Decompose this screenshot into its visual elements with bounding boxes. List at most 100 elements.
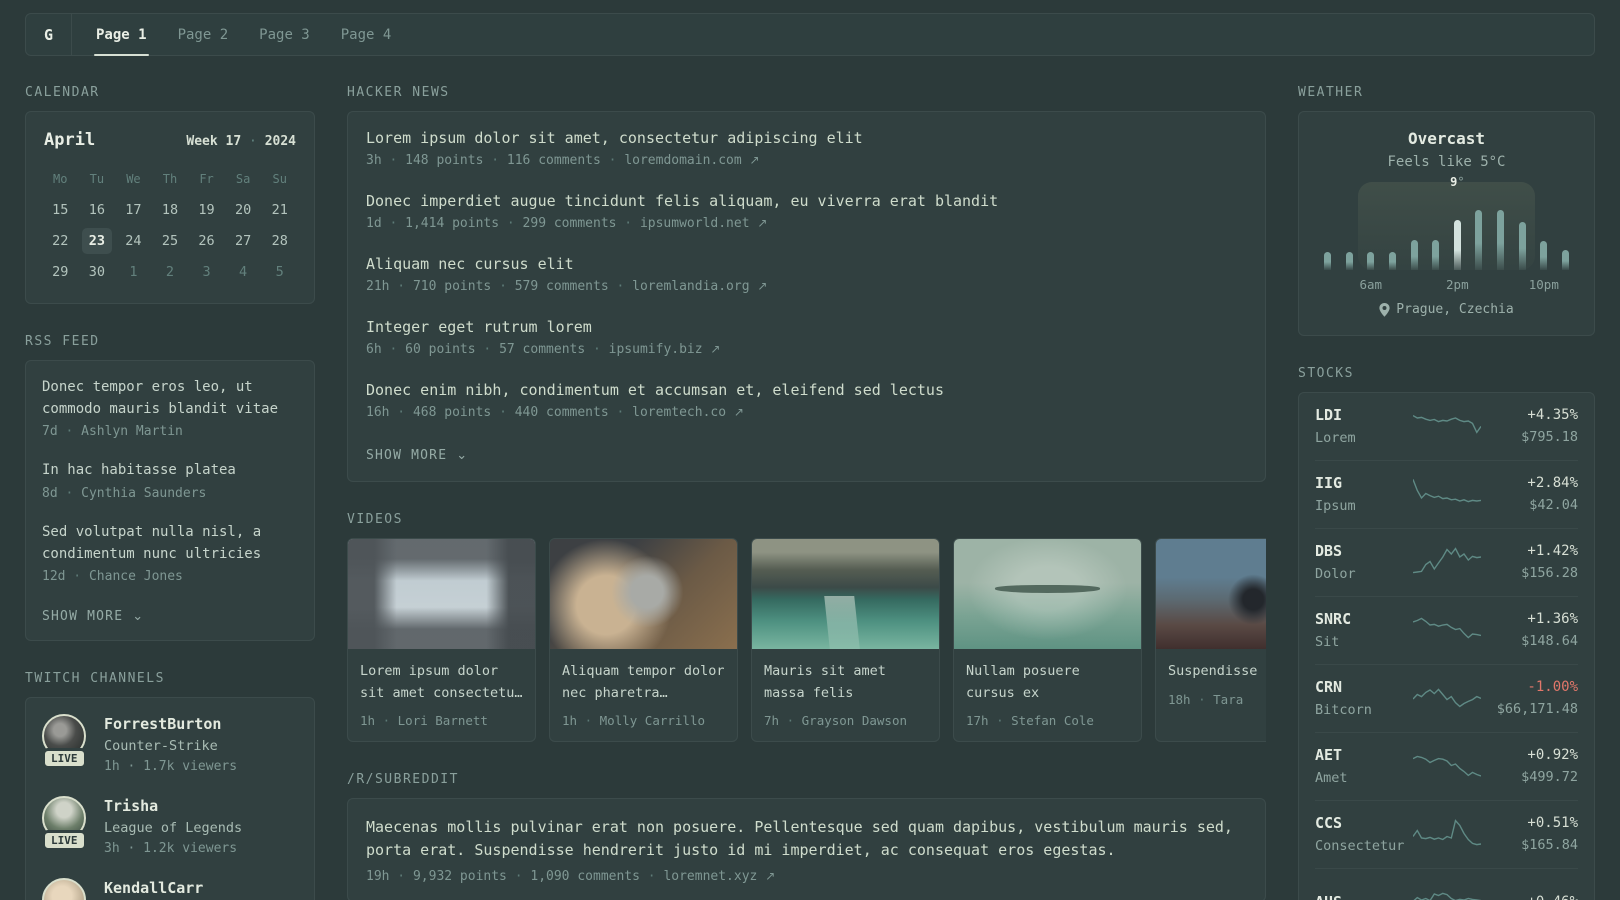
hn-item-domain-link[interactable]: ipsumify.biz ↗	[609, 342, 721, 357]
weather-bar	[1475, 210, 1483, 270]
hacker-news-header: HACKER NEWS	[347, 85, 450, 100]
hacker-news-card: Lorem ipsum dolor sit amet, consectetur …	[347, 111, 1266, 482]
rss-item: In hac habitasse platea 8d · Cynthia Saun…	[42, 460, 298, 501]
hn-item-title[interactable]: Lorem ipsum dolor sit amet, consectetur …	[366, 129, 1247, 147]
video-card[interactable]: Lorem ipsum dolor sit amet consectetu… 1h…	[347, 538, 536, 743]
stock-name: Ipsum	[1315, 498, 1356, 514]
hn-item-comments[interactable]: 57 comments	[499, 342, 585, 357]
stock-change: +1.36%	[1527, 611, 1578, 627]
app-logo[interactable]: G	[26, 14, 72, 55]
stock-price: $499.72	[1521, 769, 1578, 785]
nav-tab-page-1[interactable]: Page 1	[94, 14, 149, 56]
twitch-channel-name[interactable]: ForrestBurton	[104, 715, 237, 733]
weather-bar	[1410, 240, 1418, 270]
stock-price: $165.84	[1521, 837, 1578, 853]
stock-symbol: IIG	[1315, 474, 1343, 492]
twitch-avatar-wrap: LIVE	[42, 714, 90, 774]
twitch-avatar-wrap	[42, 878, 90, 900]
video-card[interactable]: Nullam posuere cursus ex 17h · Stefan Col…	[953, 538, 1142, 743]
nav-tab-page-2[interactable]: Page 2	[176, 14, 231, 55]
subreddit-post-domain-link[interactable]: loremnet.xyz ↗	[663, 869, 775, 884]
stock-row[interactable]: AET Amet +0.92% $499.72	[1315, 732, 1578, 800]
weather-bar	[1432, 240, 1440, 270]
video-title[interactable]: Lorem ipsum dolor sit amet consectetu…	[360, 661, 523, 704]
rss-item-title[interactable]: Sed volutpat nulla nisl, a condimentum n…	[42, 522, 298, 565]
hn-item-domain-link[interactable]: loremtech.co ↗	[632, 405, 744, 420]
video-title[interactable]: Mauris sit amet massa felis	[764, 661, 927, 704]
rss-item-author: Ashlyn Martin	[81, 424, 183, 440]
twitch-channel-viewers: 3h · 1.2k viewers	[104, 841, 238, 857]
stock-row[interactable]: IIG Ipsum +2.84% $42.04	[1315, 460, 1578, 528]
top-nav: G Page 1 Page 2 Page 3 Page 4	[25, 13, 1595, 56]
video-thumbnail	[1156, 539, 1266, 649]
videos-section: VIDEOS Lorem ipsum dolor sit amet consec…	[347, 512, 1266, 743]
hn-item-title[interactable]: Donec imperdiet augue tincidunt felis al…	[366, 192, 1247, 210]
subreddit-post-comments[interactable]: 1,090 comments	[530, 869, 640, 884]
video-title[interactable]: Aliquam tempor dolor nec pharetra…	[562, 661, 725, 704]
hn-item-comments[interactable]: 440 comments	[515, 405, 609, 420]
hn-item-title[interactable]: Donec enim nibh, condimentum et accumsan…	[366, 381, 1247, 399]
video-card[interactable]: Aliquam tempor dolor nec pharetra… 1h · M…	[549, 538, 738, 743]
calendar-day: 22	[52, 232, 69, 249]
video-meta: 7h · Grayson Dawson	[764, 713, 907, 729]
stock-symbol: DBS	[1315, 542, 1343, 560]
video-meta: 1h · Lori Barnett	[360, 713, 488, 729]
nav-tab-page-4[interactable]: Page 4	[339, 14, 394, 55]
video-channel: Molly Carrillo	[599, 713, 705, 729]
twitch-channel-row[interactable]: KendallCarr	[42, 878, 298, 900]
video-title[interactable]: Nullam posuere cursus ex	[966, 661, 1129, 704]
hn-item-domain-link[interactable]: loremdomain.com ↗	[624, 153, 759, 168]
weather-section: WEATHER Overcast Feels like 5°C 9° 6am 2pm…	[1298, 85, 1595, 336]
twitch-channel-row[interactable]: LIVE ForrestBurton Counter-Strike 1h · 1.7k…	[42, 714, 298, 774]
stock-symbol: CCS	[1315, 814, 1343, 832]
stocks-section: STOCKS LDI Lorem +4.35% $795.18 IIG Ipsum +2.8…	[1298, 366, 1595, 900]
hn-item-domain-link[interactable]: ipsumworld.net ↗	[640, 216, 767, 231]
rss-item-title[interactable]: In hac habitasse platea	[42, 460, 298, 482]
twitch-section: TWITCH CHANNELS LIVE ForrestBurton Counter…	[25, 671, 315, 900]
rss-item-age: 7d	[42, 424, 58, 440]
hn-item-comments[interactable]: 116 comments	[507, 153, 601, 168]
video-card[interactable]: Suspendisse diam 18h · Tara	[1155, 538, 1266, 743]
video-title[interactable]: Suspendisse diam	[1168, 661, 1266, 683]
rss-header: RSS FEED	[25, 334, 100, 349]
weather-temp-label: 9°	[1450, 175, 1465, 189]
rss-item-age: 8d	[42, 486, 58, 502]
calendar-weekday: Sa	[235, 172, 251, 186]
calendar-weekday: Mo	[53, 172, 68, 186]
twitch-channel-name[interactable]: Trisha	[104, 797, 242, 815]
stock-sparkline	[1412, 610, 1481, 650]
hn-item-age: 16h	[366, 405, 390, 420]
hn-item-points: 60 points	[405, 342, 476, 357]
stock-row[interactable]: CCS Consectetur +0.51% $165.84	[1315, 800, 1578, 868]
stock-row[interactable]: AHS +0.46%	[1315, 868, 1578, 900]
rss-item-title[interactable]: Donec tempor eros leo, ut commodo mauris…	[42, 377, 298, 420]
stock-row[interactable]: SNRC Sit +1.36% $148.64	[1315, 596, 1578, 664]
stock-row[interactable]: LDI Lorem +4.35% $795.18	[1315, 393, 1578, 460]
video-card[interactable]: Mauris sit amet massa felis 7h · Grayson …	[751, 538, 940, 743]
hn-item-domain-link[interactable]: loremlandia.org ↗	[632, 279, 767, 294]
stock-price: $148.64	[1521, 633, 1578, 649]
external-link-icon: ↗	[749, 153, 760, 167]
nav-tab-page-3[interactable]: Page 3	[257, 14, 312, 55]
twitch-channel-row[interactable]: LIVE Trisha League of Legends 3h · 1.2k vie…	[42, 796, 298, 856]
hn-item-title[interactable]: Aliquam nec cursus elit	[366, 255, 1247, 273]
stock-row[interactable]: DBS Dolor +1.42% $156.28	[1315, 528, 1578, 596]
video-age: 1h	[360, 713, 376, 729]
video-age: 1h	[562, 713, 578, 729]
stock-sparkline	[1411, 678, 1481, 718]
rss-show-more-button[interactable]: SHOW MORE ⌄	[42, 609, 143, 624]
hn-item-comments[interactable]: 579 comments	[515, 279, 609, 294]
stock-price: $66,171.48	[1496, 701, 1578, 717]
stock-row[interactable]: CRN Bitcorn -1.00% $66,171.48	[1315, 664, 1578, 732]
hacker-news-section: HACKER NEWS Lorem ipsum dolor sit amet, …	[347, 85, 1266, 482]
right-column: WEATHER Overcast Feels like 5°C 9° 6am 2pm…	[1298, 85, 1595, 900]
video-meta: 1h · Molly Carrillo	[562, 713, 705, 729]
subreddit-post-title[interactable]: Maecenas mollis pulvinar erat non posuer…	[366, 816, 1247, 863]
stock-sparkline	[1413, 882, 1481, 900]
hacker-news-show-more-button[interactable]: SHOW MORE ⌄	[366, 448, 467, 463]
twitch-channel-name[interactable]: KendallCarr	[104, 879, 203, 897]
hn-item-title[interactable]: Integer eget rutrum lorem	[366, 318, 1247, 336]
hn-item-comments[interactable]: 299 comments	[523, 216, 617, 231]
rss-item-meta: 8d · Cynthia Saunders	[42, 486, 207, 502]
hn-item-age: 1d	[366, 216, 382, 231]
